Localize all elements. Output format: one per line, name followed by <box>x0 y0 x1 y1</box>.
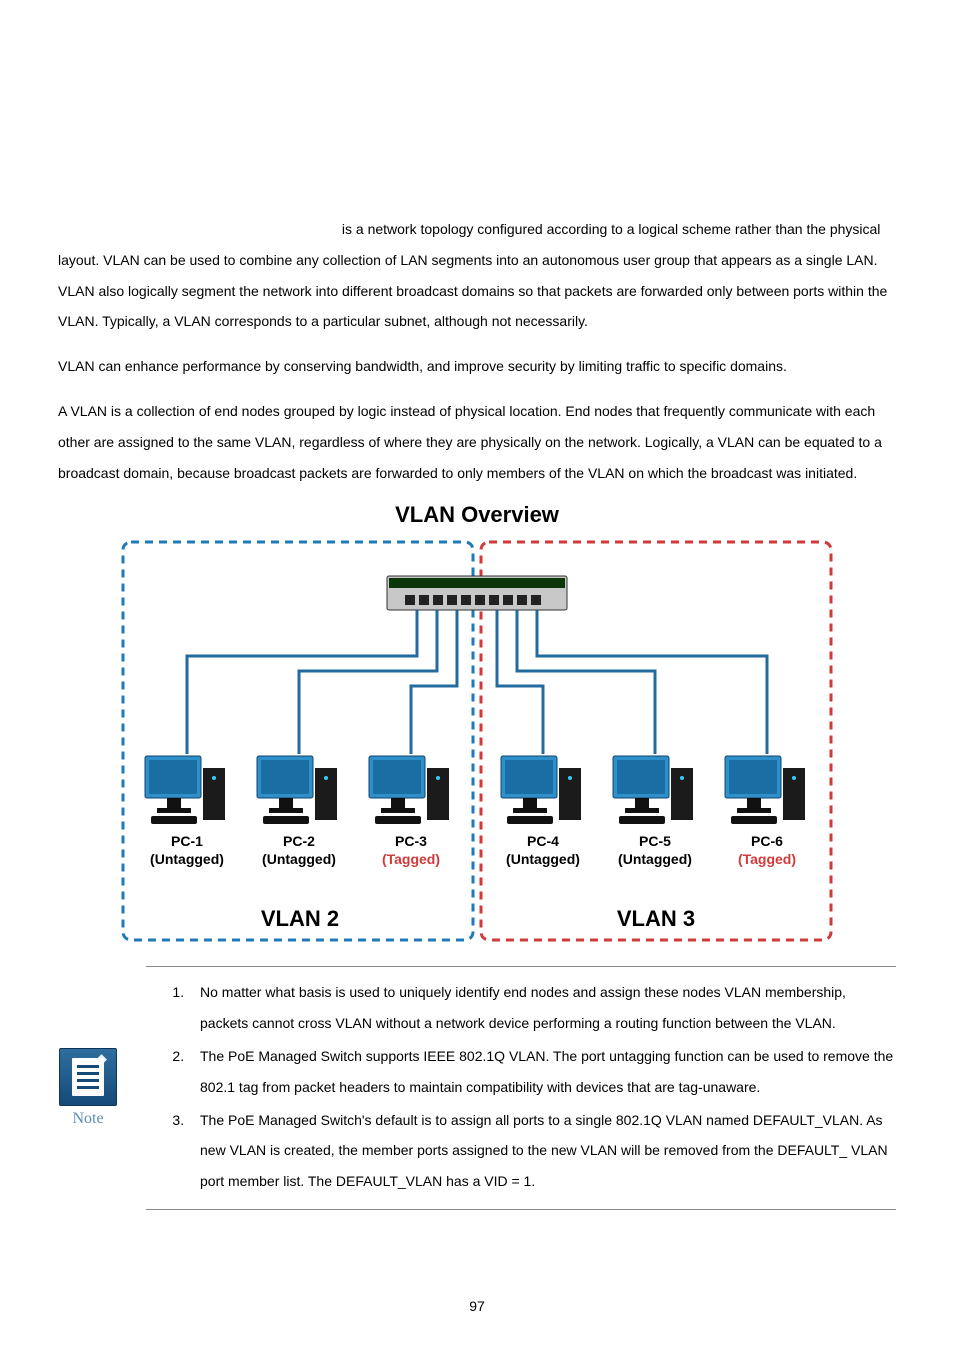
note-icon-column: Note <box>58 1048 118 1128</box>
paragraph-2: VLAN can enhance performance by conservi… <box>58 351 896 382</box>
note-caption: Note <box>59 1110 117 1128</box>
page: is a network topology configured accordi… <box>0 0 954 1350</box>
pc-tag-label: (Untagged) <box>618 851 692 867</box>
note-block: Note No matter what basis is used to uni… <box>58 966 896 1210</box>
pc-node: PC-6 (Tagged) <box>725 756 805 867</box>
vlan2-label: VLAN 2 <box>261 906 339 931</box>
pc-id-label: PC-1 <box>171 833 203 849</box>
pc-node: PC-1 (Untagged) <box>145 756 225 867</box>
switch-device <box>387 576 567 610</box>
pc-tag-label: (Tagged) <box>738 851 796 867</box>
pc-node: PC-2 (Untagged) <box>257 756 337 867</box>
paragraph-3: A VLAN is a collection of end nodes grou… <box>58 396 896 488</box>
paragraph-1-text: is a network topology configured accordi… <box>58 221 887 329</box>
pc-tag-label: (Untagged) <box>150 851 224 867</box>
pc-id-label: PC-4 <box>527 833 559 849</box>
pc-id-label: PC-3 <box>395 833 427 849</box>
note-list: No matter what basis is used to uniquely… <box>146 977 896 1197</box>
paragraph-1: is a network topology configured accordi… <box>58 214 896 337</box>
note-body: No matter what basis is used to uniquely… <box>146 966 896 1210</box>
pc-tag-label: (Untagged) <box>262 851 336 867</box>
vlan-overview-figure: VLAN Overview <box>97 502 857 946</box>
pc-tag-label: (Tagged) <box>382 851 440 867</box>
note-item: No matter what basis is used to uniquely… <box>188 977 896 1039</box>
pc-tag-label: (Untagged) <box>506 851 580 867</box>
pc-node: PC-5 (Untagged) <box>613 756 693 867</box>
note-item: The PoE Managed Switch's default is to a… <box>188 1105 896 1197</box>
cables <box>187 610 767 754</box>
vlan3-label: VLAN 3 <box>617 906 695 931</box>
note-item: The PoE Managed Switch supports IEEE 802… <box>188 1041 896 1103</box>
pc-node: PC-3 (Tagged) <box>369 756 449 867</box>
pc-id-label: PC-2 <box>283 833 315 849</box>
vlan-overview-svg: PC-1 (Untagged) PC-2 (Untagged) PC-3 (Tagged)… <box>117 536 837 946</box>
pc-id-label: PC-5 <box>639 833 671 849</box>
page-number: 97 <box>0 1298 954 1314</box>
pc-node: PC-4 (Untagged) <box>501 756 581 867</box>
pc-id-label: PC-6 <box>751 833 783 849</box>
figure-title: VLAN Overview <box>97 502 857 528</box>
note-icon <box>59 1048 117 1106</box>
